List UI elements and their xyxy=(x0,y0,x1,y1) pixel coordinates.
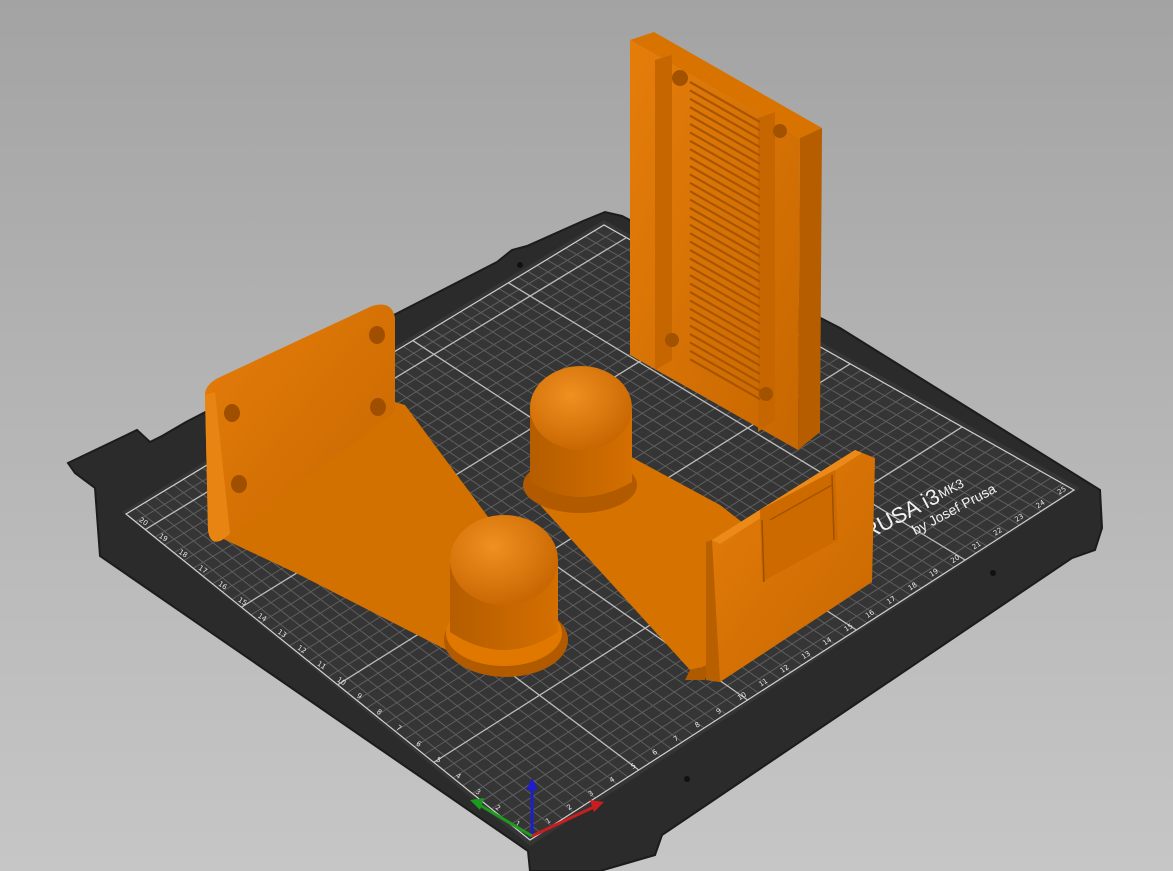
mount-hole xyxy=(231,475,247,493)
mount-hole xyxy=(369,326,385,344)
mount-hole xyxy=(370,398,386,416)
bed-screw xyxy=(517,262,523,268)
bed-screw xyxy=(684,776,690,782)
mount-hole xyxy=(773,124,787,138)
mount-hole xyxy=(665,333,679,347)
mount-hole xyxy=(224,404,240,422)
mount-hole xyxy=(759,387,773,401)
mount-hole xyxy=(672,70,688,86)
3d-viewport[interactable]: 1234567891011121314151617181920212223242… xyxy=(0,0,1173,871)
bed-screw xyxy=(990,570,996,576)
